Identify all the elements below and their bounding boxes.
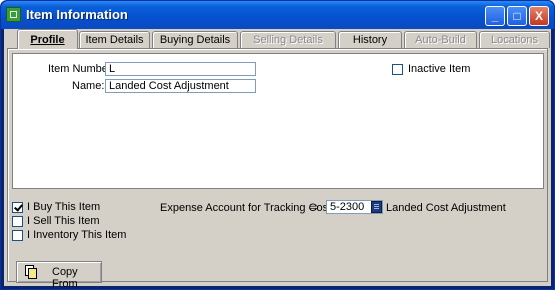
name-input[interactable]: Landed Cost Adjustment xyxy=(105,79,256,93)
item-details-area: Item Number: L Name: Landed Cost Adjustm… xyxy=(12,53,544,189)
i-buy-label: I Buy This Item xyxy=(27,201,101,213)
window-content: Profile Item Details Buying Details Sell… xyxy=(4,29,551,290)
item-number-input[interactable]: L xyxy=(105,62,256,76)
inactive-item-label: Inactive Item xyxy=(408,63,471,75)
item-information-window: Item Information _ □ X Profile Item Deta… xyxy=(0,0,555,290)
tab-locations: Locations xyxy=(479,31,550,48)
tab-buying-details-label: Buying Details xyxy=(159,34,231,46)
tab-profile[interactable]: Profile xyxy=(17,29,78,49)
tab-auto-build-label: Auto-Build xyxy=(415,34,466,46)
close-button[interactable]: X xyxy=(529,6,549,26)
tab-history-label: History xyxy=(352,34,388,46)
tab-selling-details-label: Selling Details xyxy=(253,34,323,46)
i-inventory-label: I Inventory This Item xyxy=(27,229,127,241)
i-inventory-checkbox[interactable] xyxy=(12,230,23,241)
account-lookup-icon[interactable] xyxy=(371,201,382,213)
copy-document-icon xyxy=(25,265,37,279)
copy-from-button[interactable]: Copy From xyxy=(16,261,102,290)
minimize-button[interactable]: _ xyxy=(485,6,505,26)
tab-locations-label: Locations xyxy=(490,34,539,46)
name-label: Name: xyxy=(72,80,105,92)
maximize-button[interactable]: □ xyxy=(507,6,527,26)
inactive-item-checkbox[interactable] xyxy=(392,64,403,75)
tab-selling-details: Selling Details xyxy=(240,31,336,48)
app-icon xyxy=(6,7,21,22)
tab-auto-build: Auto-Build xyxy=(404,31,477,48)
i-sell-checkbox[interactable] xyxy=(12,216,23,227)
copy-from-label: Copy From xyxy=(52,266,78,290)
arrow-right-icon[interactable]: ⇨ xyxy=(309,200,319,214)
title-bar[interactable]: Item Information _ □ X xyxy=(1,1,554,29)
tab-profile-label: Profile xyxy=(30,34,65,46)
i-sell-label: I Sell This Item xyxy=(27,215,100,227)
window-title: Item Information xyxy=(26,7,128,22)
i-buy-checkbox[interactable] xyxy=(12,202,23,213)
tab-item-details[interactable]: Item Details xyxy=(79,31,150,48)
expense-account-name: Landed Cost Adjustment xyxy=(386,202,506,214)
tab-buying-details[interactable]: Buying Details xyxy=(152,31,238,48)
tab-item-details-label: Item Details xyxy=(85,34,144,46)
tab-history[interactable]: History xyxy=(338,31,402,48)
